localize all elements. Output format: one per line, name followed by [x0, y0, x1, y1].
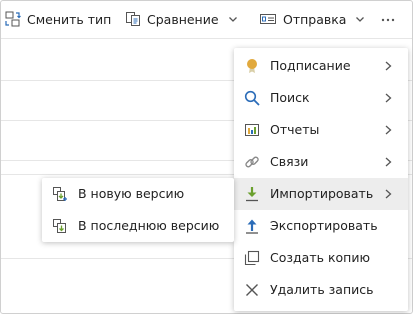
chevron-down-icon — [228, 17, 237, 22]
change-type-button[interactable]: Сменить тип — [5, 0, 111, 38]
toolbar: Сменить тип Сравнение Отправка — [0, 0, 411, 38]
compare-label: Сравнение — [147, 11, 219, 27]
submenu-item-new-version[interactable]: В новую версию — [42, 178, 234, 210]
copy-icon — [244, 250, 260, 266]
latest-version-icon — [53, 219, 66, 233]
send-icon — [260, 14, 276, 24]
report-icon — [245, 124, 259, 136]
menu-item-label: Удалить запись — [270, 282, 374, 297]
more-button[interactable] — [380, 0, 396, 38]
chevron-right-icon — [385, 189, 392, 199]
chevron-down-icon — [356, 17, 365, 22]
medal-icon — [247, 59, 257, 73]
menu-item-delete-record[interactable]: Удалить запись — [234, 274, 408, 306]
submenu-item-latest-version[interactable]: В последнюю версию — [42, 210, 234, 242]
menu-item-links[interactable]: Связи — [234, 146, 408, 178]
menu-item-signing[interactable]: Подписание — [234, 50, 408, 82]
menu-item-label: Отчеты — [270, 122, 320, 137]
send-button[interactable]: Отправка — [259, 0, 366, 38]
import-icon — [246, 187, 258, 202]
compare-icon — [126, 12, 140, 26]
chevron-right-icon — [385, 157, 392, 167]
more-menu: Подписание Поиск Отчеты Связи Импортиров… — [234, 48, 408, 311]
chevron-right-icon — [385, 61, 392, 71]
menu-item-reports[interactable]: Отчеты — [234, 114, 408, 146]
change-type-icon — [5, 11, 21, 27]
menu-item-label: Подписание — [270, 58, 351, 73]
compare-button[interactable]: Сравнение — [125, 0, 239, 38]
new-version-icon — [53, 187, 67, 201]
menu-item-label: Экспортировать — [270, 218, 378, 233]
import-submenu: В новую версию В последнюю версию — [42, 178, 234, 242]
export-icon — [246, 219, 258, 234]
menu-item-import[interactable]: Импортировать — [234, 178, 408, 210]
menu-item-export[interactable]: Экспортировать — [234, 210, 408, 242]
search-icon — [244, 90, 260, 106]
chevron-right-icon — [385, 93, 392, 103]
menu-item-create-copy[interactable]: Создать копию — [234, 242, 408, 274]
menu-item-label: Создать копию — [270, 250, 370, 265]
more-icon — [381, 18, 395, 22]
link-icon — [245, 156, 259, 168]
send-label: Отправка — [283, 11, 347, 27]
submenu-item-label: В новую версию — [78, 186, 185, 201]
menu-item-search[interactable]: Поиск — [234, 82, 408, 114]
delete-icon — [246, 284, 258, 296]
menu-item-label: Поиск — [270, 90, 310, 105]
chevron-right-icon — [385, 125, 392, 135]
menu-item-label: Связи — [270, 154, 309, 169]
change-type-label: Сменить тип — [27, 11, 112, 27]
row-divider — [1, 38, 412, 39]
menu-item-label: Импортировать — [270, 186, 374, 201]
submenu-item-label: В последнюю версию — [78, 218, 220, 233]
